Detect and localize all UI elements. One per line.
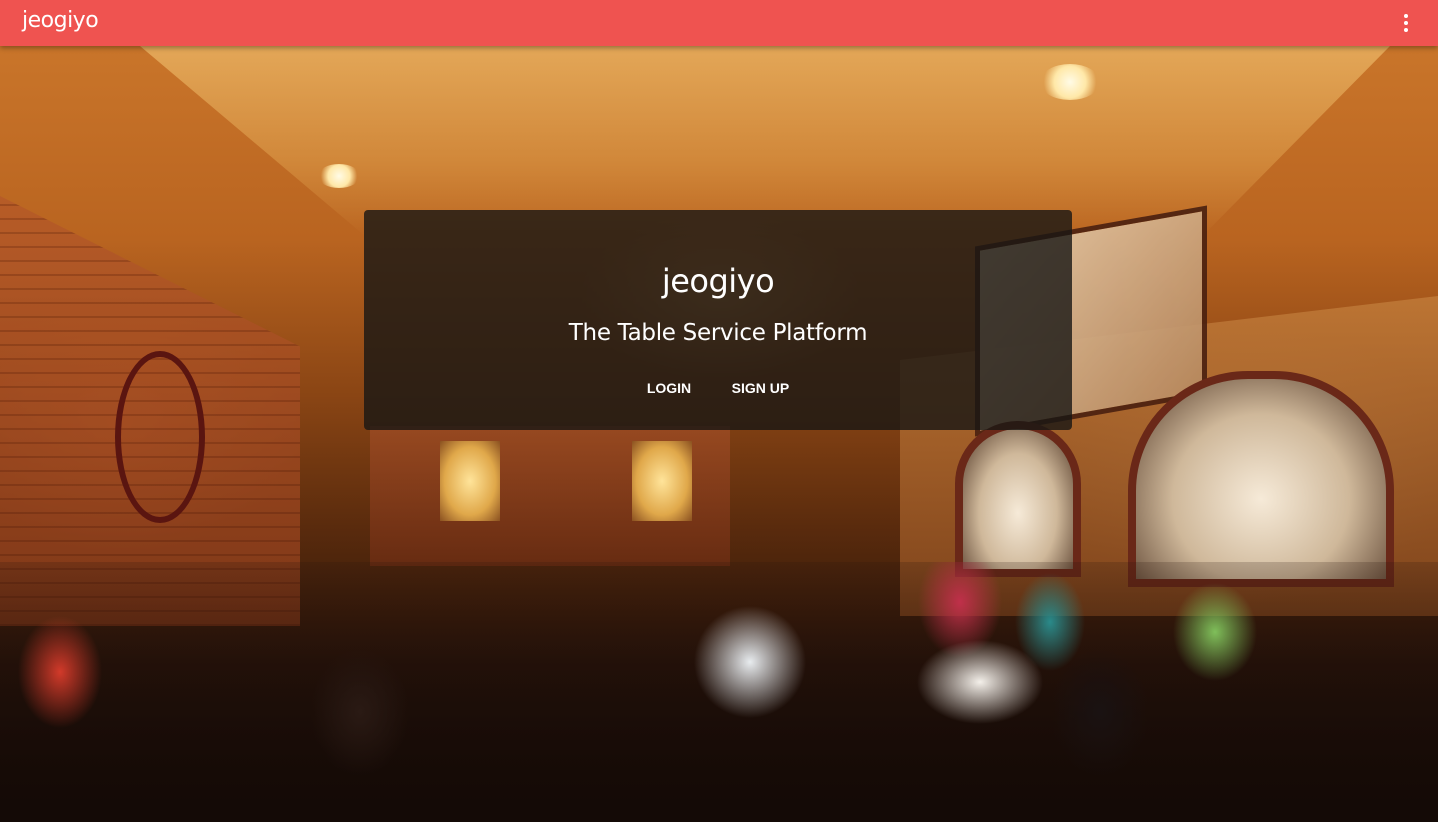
menu-dot [1404, 21, 1408, 25]
diners [0, 562, 1438, 822]
bar-shelf [632, 441, 692, 521]
bar-shelf [440, 441, 500, 521]
arched-window [1128, 371, 1394, 587]
login-button[interactable]: LOGIN [629, 378, 709, 398]
welcome-card: jeogiyo The Table Service Platform LOGIN… [364, 210, 1072, 430]
arched-window [955, 421, 1081, 577]
brand-logo-link[interactable]: jeogiyo [22, 8, 99, 33]
sign-up-button[interactable]: SIGN UP [714, 378, 808, 398]
ceiling-light [318, 164, 360, 188]
card-subtitle: The Table Service Platform [568, 320, 868, 346]
menu-dot [1404, 14, 1408, 18]
ceiling-light [1040, 64, 1100, 100]
menu-dot [1404, 28, 1408, 32]
hero-background-image [0, 46, 1438, 822]
card-title: jeogiyo [661, 262, 775, 300]
wall-sign [115, 351, 205, 523]
app-bar: jeogiyo [0, 0, 1438, 46]
card-actions: LOGIN SIGN UP [364, 378, 1072, 398]
more-vert-icon[interactable] [1394, 11, 1418, 35]
